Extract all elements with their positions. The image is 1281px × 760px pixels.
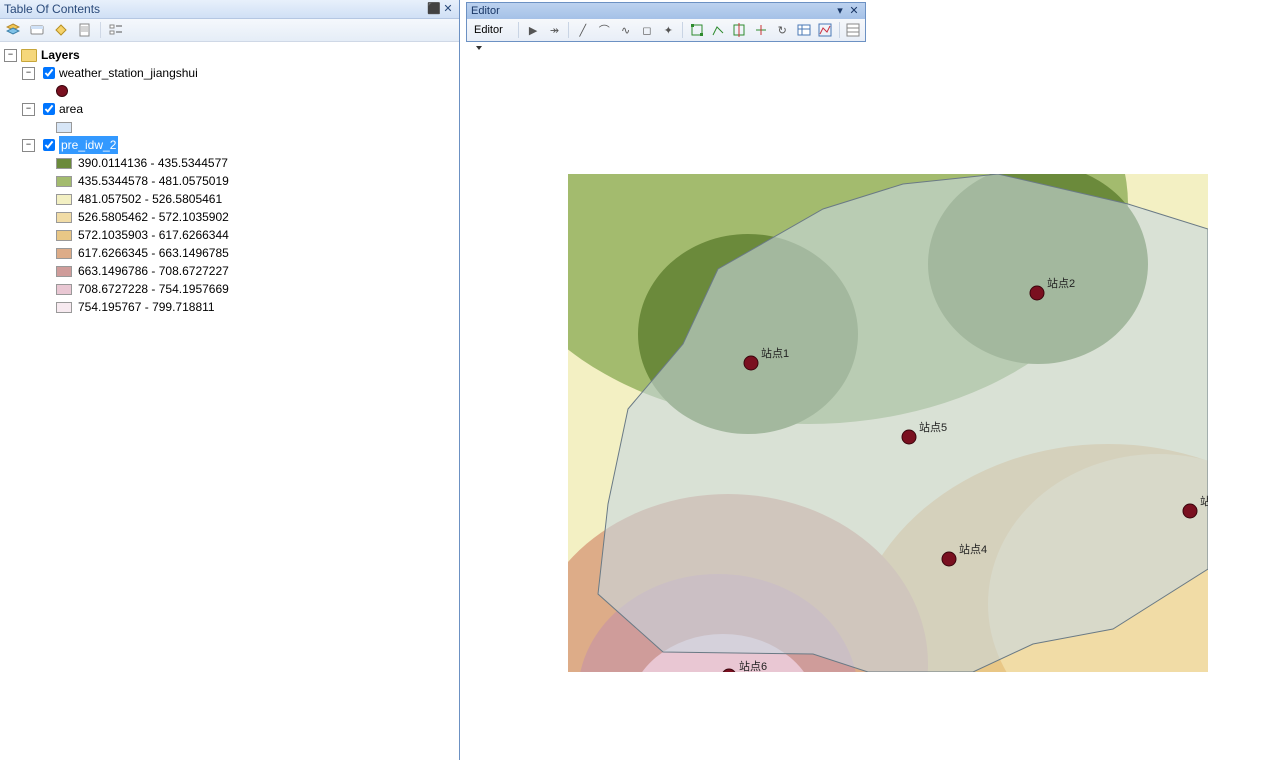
collapse-icon[interactable]: −	[22, 103, 35, 116]
station-label: 站点6	[739, 659, 767, 672]
layer-label: area	[59, 100, 83, 118]
editor-title-text: Editor	[471, 3, 500, 19]
legend-class-row: 617.6266345 - 663.1496785	[4, 244, 459, 262]
layer-area[interactable]: − area	[4, 100, 459, 118]
pin-icon[interactable]: ⬛	[427, 0, 441, 18]
collapse-icon[interactable]: −	[4, 49, 17, 62]
attributes-button[interactable]	[794, 20, 813, 40]
editor-toolbar: Editor ▾ ✕ Editor ▶ ↠ ╱ ⌒ ∿ ◻ ✦	[466, 2, 866, 42]
cut-polygons-button[interactable]	[730, 20, 749, 40]
edit-annotation-button[interactable]: ↠	[545, 20, 564, 40]
legend-swatch-icon	[56, 284, 72, 295]
edit-vertices-button[interactable]	[687, 20, 706, 40]
close-icon[interactable]: ✕	[847, 3, 861, 19]
legend-class-label: 617.6266345 - 663.1496785	[78, 244, 229, 262]
legend-class-row: 572.1035903 - 617.6266344	[4, 226, 459, 244]
legend-class-row: 708.6727228 - 754.1957669	[4, 280, 459, 298]
layer-checkbox[interactable]	[43, 139, 55, 151]
legend-class-label: 572.1035903 - 617.6266344	[78, 226, 229, 244]
legend-swatch-icon	[56, 158, 72, 169]
reshape-button[interactable]	[708, 20, 727, 40]
station-label: 站点5	[919, 420, 947, 434]
straight-segment-button[interactable]: ╱	[573, 20, 592, 40]
legend-swatch-icon	[56, 194, 72, 205]
collapse-icon[interactable]: −	[22, 67, 35, 80]
legend-class-row: 663.1496786 - 708.6727227	[4, 262, 459, 280]
collapse-icon[interactable]: −	[22, 139, 35, 152]
legend-swatch-icon	[56, 302, 72, 313]
toolbar-options-icon[interactable]: ▾	[833, 3, 847, 19]
legend-swatch-icon	[56, 230, 72, 241]
legend-class-label: 390.0114136 - 435.5344577	[78, 154, 228, 172]
toc-titlebar: Table Of Contents ⬛ ✕	[0, 0, 459, 19]
legend-class-row: 435.5344578 - 481.0575019	[4, 172, 459, 190]
trace-button[interactable]: ∿	[616, 20, 635, 40]
page-icon	[78, 23, 92, 37]
station-label: 站点3	[1200, 494, 1208, 508]
legend-swatch-icon	[56, 176, 72, 187]
legend-class-row: 754.195767 - 799.718811	[4, 298, 459, 316]
map-canvas[interactable]: 站点1 站点2 站点3 站点4 站点5 站点6	[568, 174, 1208, 672]
editor-menu-label: Editor	[474, 24, 503, 36]
source-icon	[30, 23, 44, 37]
toc-title-text: Table Of Contents	[4, 0, 100, 18]
arc-segment-button[interactable]: ⌒	[595, 20, 614, 40]
folder-icon	[21, 49, 37, 62]
legend-class-label: 435.5344578 - 481.0575019	[78, 172, 229, 190]
toc-tree[interactable]: − Layers − weather_station_jiangshui − a…	[0, 42, 459, 760]
layer-checkbox[interactable]	[43, 103, 55, 115]
station-label: 站点1	[761, 346, 789, 360]
legend-swatch-icon	[56, 248, 72, 259]
polygon-swatch-icon	[56, 122, 72, 133]
map-pane[interactable]: Editor ▾ ✕ Editor ▶ ↠ ╱ ⌒ ∿ ◻ ✦	[460, 0, 1281, 760]
layer-weather-station[interactable]: − weather_station_jiangshui	[4, 64, 459, 82]
list-by-visibility-button[interactable]	[50, 20, 72, 40]
point-symbol-icon	[56, 85, 68, 97]
legend-class-label: 481.057502 - 526.5805461	[78, 190, 222, 208]
legend-class-row: 481.057502 - 526.5805461	[4, 190, 459, 208]
create-features-button[interactable]	[844, 20, 863, 40]
legend-swatch-icon	[56, 212, 72, 223]
layer-checkbox[interactable]	[43, 67, 55, 79]
layers-icon	[6, 23, 20, 37]
toc-toolbar	[0, 19, 459, 42]
list-by-selection-button[interactable]	[74, 20, 96, 40]
checklist-icon	[109, 23, 123, 37]
legend-swatch-icon	[56, 266, 72, 277]
split-button[interactable]	[751, 20, 770, 40]
layer-label: weather_station_jiangshui	[59, 64, 198, 82]
layer-symbol-row	[4, 82, 459, 100]
legend-class-label: 754.195767 - 799.718811	[78, 298, 215, 316]
layer-pre-idw-2[interactable]: − pre_idw_2	[4, 136, 459, 154]
editor-menu-button[interactable]: Editor	[469, 20, 514, 40]
diamond-icon	[54, 23, 68, 37]
options-button[interactable]	[105, 20, 127, 40]
legend-class-label: 526.5805462 - 572.1035902	[78, 208, 229, 226]
edit-tool-button[interactable]: ▶	[523, 20, 542, 40]
dropdown-icon	[476, 46, 482, 50]
layer-label-selected: pre_idw_2	[59, 136, 118, 154]
legend-class-label: 663.1496786 - 708.6727227	[78, 262, 229, 280]
midpoint-button[interactable]: ✦	[659, 20, 678, 40]
editor-buttons-row: Editor ▶ ↠ ╱ ⌒ ∿ ◻ ✦	[467, 19, 865, 41]
table-of-contents-panel: Table Of Contents ⬛ ✕	[0, 0, 460, 760]
legend-class-label: 708.6727228 - 754.1957669	[78, 280, 229, 298]
legend-class-row: 526.5805462 - 572.1035902	[4, 208, 459, 226]
root-label: Layers	[41, 46, 80, 64]
close-icon[interactable]: ✕	[441, 0, 455, 18]
layer-symbol-row	[4, 118, 459, 136]
list-by-source-button[interactable]	[26, 20, 48, 40]
right-angle-button[interactable]: ◻	[637, 20, 656, 40]
station-label: 站点4	[959, 542, 987, 556]
legend-class-row: 390.0114136 - 435.5344577	[4, 154, 459, 172]
editor-titlebar[interactable]: Editor ▾ ✕	[467, 3, 865, 19]
station-label: 站点2	[1047, 276, 1075, 290]
sketch-properties-button[interactable]	[815, 20, 834, 40]
list-by-drawing-order-button[interactable]	[2, 20, 24, 40]
tree-root[interactable]: − Layers	[4, 46, 459, 64]
rotate-button[interactable]: ↻	[773, 20, 792, 40]
